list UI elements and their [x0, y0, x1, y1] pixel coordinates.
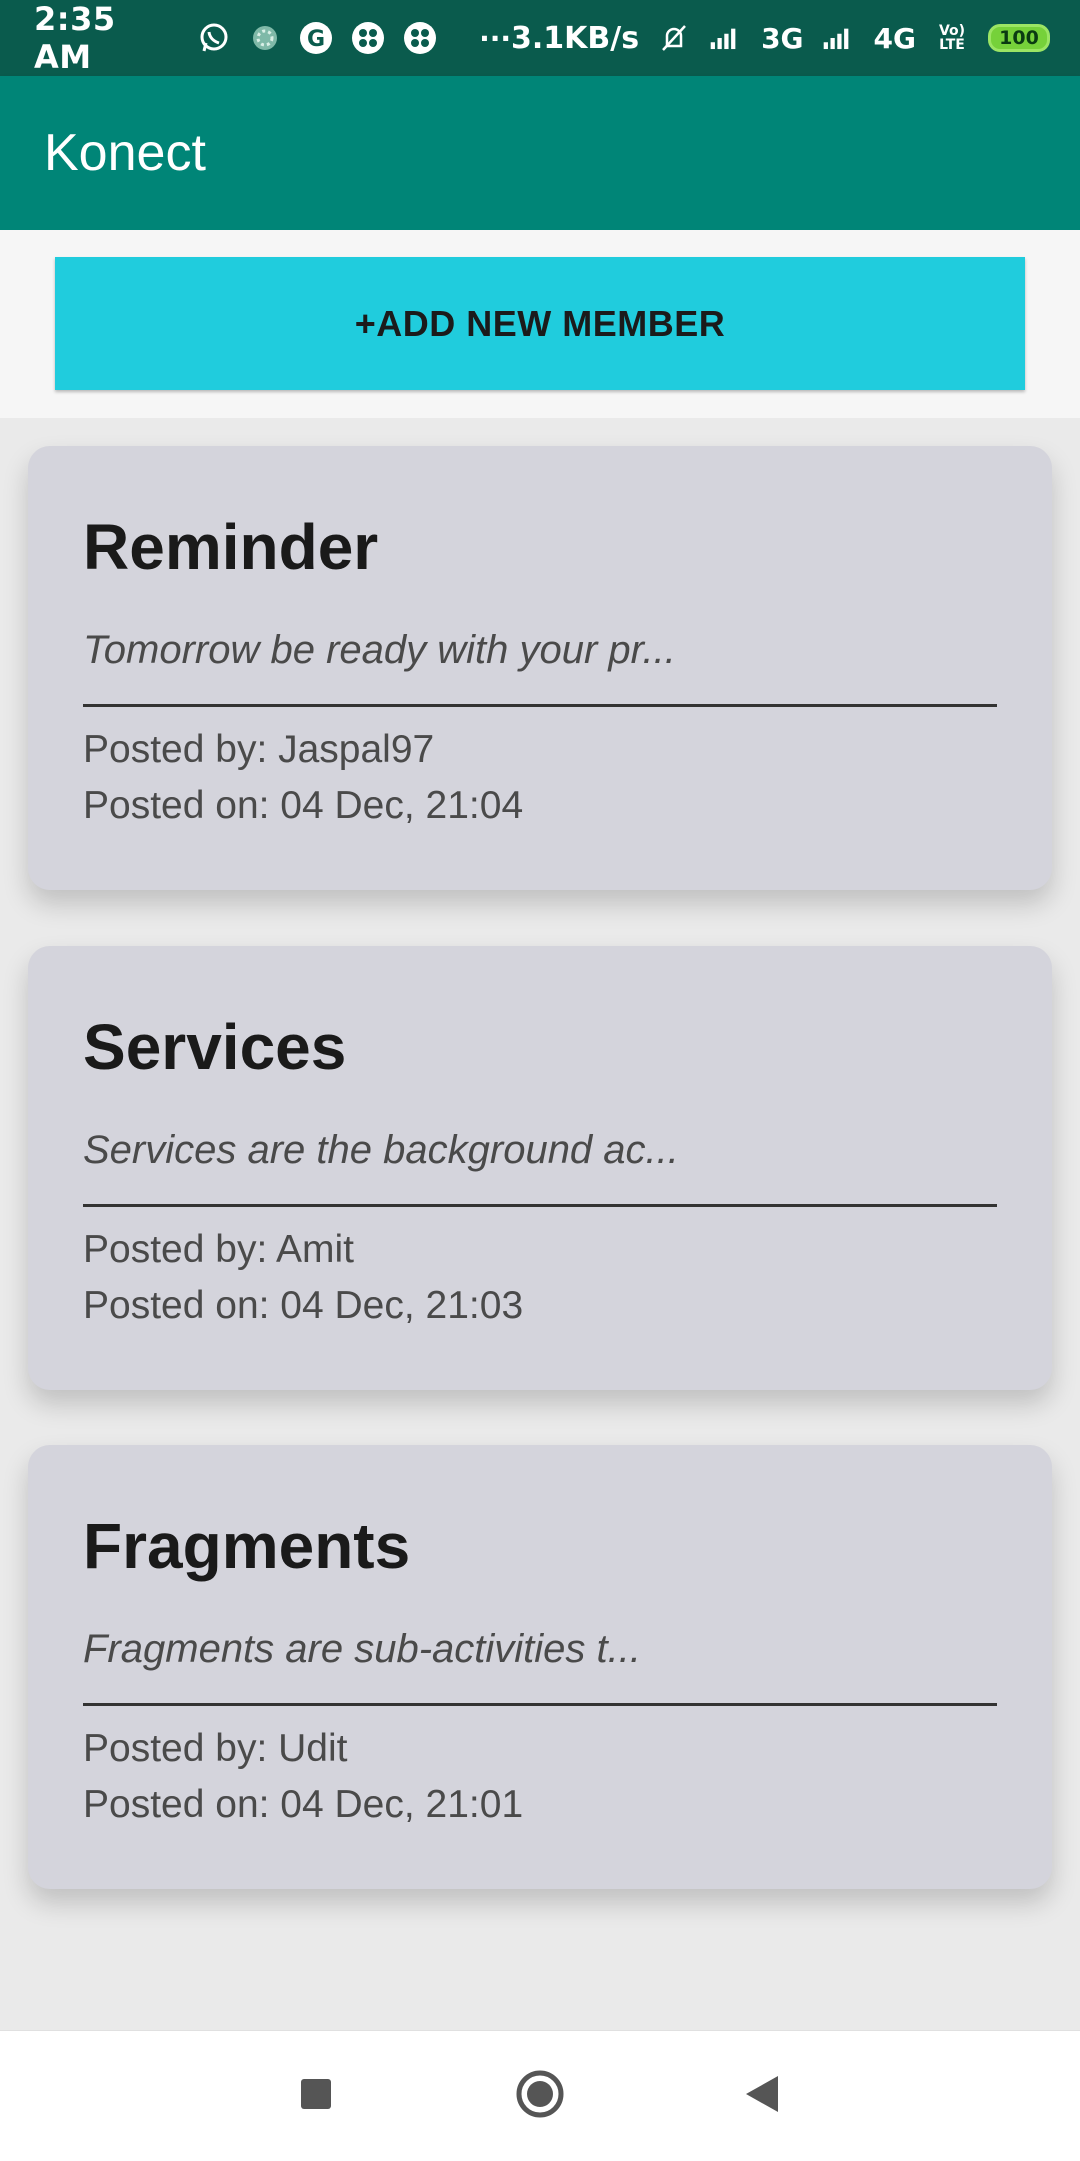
more-icon: ··· [479, 21, 511, 55]
post-date: Posted on: 04 Dec, 21:03 [83, 1284, 524, 1327]
mute-icon [657, 21, 691, 55]
post-description: Services are the background ac... [83, 1128, 679, 1172]
divider [83, 1703, 997, 1706]
post-author: Posted by: Jaspal97 [83, 728, 435, 771]
volte-label: Vo) LTE [938, 23, 966, 53]
app-title: Konect [44, 124, 206, 182]
add-member-section: +ADD NEW MEMBER [0, 230, 1080, 418]
post-author: Posted by: Amit [83, 1228, 354, 1271]
app-bar: Konect [0, 76, 1080, 230]
divider [83, 704, 997, 707]
post-title: Fragments [83, 1510, 411, 1582]
post-title: Services [83, 1011, 347, 1083]
recents-button[interactable] [256, 2031, 376, 2161]
loading-icon [249, 21, 282, 55]
home-button[interactable] [480, 2031, 600, 2161]
post-card[interactable]: Reminder Tomorrow be ready with your pr.… [28, 446, 1052, 890]
post-card[interactable]: Fragments Fragments are sub-activities t… [28, 1445, 1052, 1889]
network-type-1: 3G [761, 21, 804, 55]
signal-icon [709, 21, 743, 55]
back-button[interactable] [702, 2031, 822, 2161]
status-time: 2:35 AM [34, 0, 116, 76]
post-date: Posted on: 04 Dec, 21:04 [83, 784, 524, 827]
system-nav-bar [0, 2030, 1080, 2161]
network-speed: 3.1KB/s [510, 20, 640, 56]
signal-icon [822, 21, 856, 55]
svg-text:G: G [307, 27, 325, 52]
battery-level: 100 [999, 27, 1039, 49]
apps-icon [403, 21, 437, 55]
network-type-2: 4G [873, 21, 916, 55]
post-description: Tomorrow be ready with your pr... [83, 628, 676, 672]
post-author: Posted by: Udit [83, 1727, 348, 1770]
home-icon [515, 2069, 565, 2124]
status-bar: 2:35 AM G ··· 3.1KB/s 3G 4G Vo) LTE 100 [0, 0, 1080, 76]
post-card[interactable]: Services Services are the background ac.… [28, 946, 1052, 1390]
post-date: Posted on: 04 Dec, 21:01 [83, 1783, 524, 1826]
whatsapp-icon [197, 21, 231, 55]
divider [83, 1204, 997, 1207]
post-description: Fragments are sub-activities t... [83, 1627, 641, 1671]
back-icon [744, 2074, 780, 2119]
add-new-member-button[interactable]: +ADD NEW MEMBER [55, 257, 1025, 390]
apps-icon [351, 21, 385, 55]
g-icon: G [299, 21, 333, 55]
recents-icon [299, 2077, 333, 2116]
battery-icon: 100 [988, 24, 1050, 52]
post-title: Reminder [83, 511, 379, 583]
